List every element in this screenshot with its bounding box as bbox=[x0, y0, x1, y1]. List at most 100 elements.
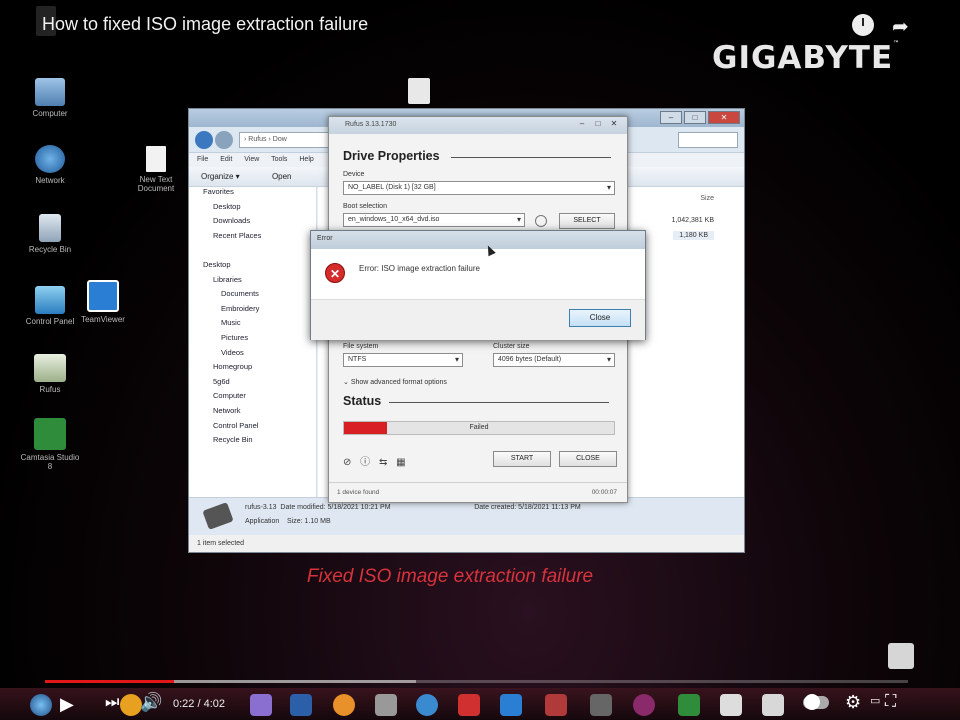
maximize-button[interactable]: □ bbox=[591, 119, 605, 131]
rufus-tool-icons: ⊘ ⓘ ⇆ ▦ bbox=[343, 453, 406, 468]
boot-selection-select[interactable]: en_windows_10_x64_dvd.iso bbox=[343, 213, 525, 227]
desktop-icon-teamviewer[interactable]: TeamViewer bbox=[73, 280, 133, 324]
desktop-icon-control-panel[interactable]: Control Panel bbox=[20, 286, 80, 326]
cluster-size-label: Cluster size bbox=[493, 343, 530, 350]
device-select[interactable]: NO_LABEL (Disk 1) [32 GB] bbox=[343, 181, 615, 195]
desktop-icon-network[interactable]: Network bbox=[20, 145, 80, 185]
error-dialog-titlebar[interactable]: Error bbox=[311, 231, 645, 249]
forward-icon[interactable] bbox=[215, 131, 233, 149]
desktop-icon-recycle-bin[interactable]: Recycle Bin bbox=[20, 214, 80, 254]
media-icon[interactable] bbox=[545, 694, 567, 716]
app-icon[interactable] bbox=[375, 694, 397, 716]
teamviewer-taskbar-icon[interactable] bbox=[500, 694, 522, 716]
text-document-icon bbox=[146, 146, 166, 172]
nav-item[interactable]: Homegroup bbox=[189, 362, 316, 377]
boot-selection-label: Boot selection bbox=[343, 203, 387, 210]
gear-icon[interactable]: ⚙ bbox=[845, 692, 861, 713]
checksum-icon[interactable] bbox=[535, 215, 547, 227]
file-system-select[interactable]: NTFS bbox=[343, 353, 463, 367]
open-button[interactable]: Open bbox=[272, 172, 292, 181]
close-button[interactable]: ✕ bbox=[607, 119, 621, 131]
nav-item[interactable]: Downloads bbox=[189, 216, 316, 231]
pdf-icon[interactable] bbox=[458, 694, 480, 716]
nav-item[interactable]: Desktop bbox=[189, 260, 316, 275]
nav-item[interactable]: Documents bbox=[189, 289, 316, 304]
cluster-size-select[interactable]: 4096 bytes (Default) bbox=[493, 353, 615, 367]
webcam-icon[interactable] bbox=[416, 694, 438, 716]
language-icon[interactable]: ⊘ bbox=[343, 457, 351, 468]
address-input[interactable]: › Rufus › Dow bbox=[239, 132, 329, 148]
camtasia-icon bbox=[34, 418, 66, 450]
desktop-icon-camtasia[interactable]: Camtasia Studio 8 bbox=[20, 418, 80, 471]
brand-logo: GIGABYTE™ bbox=[712, 40, 900, 76]
visual-studio-icon[interactable] bbox=[250, 694, 272, 716]
watch-later-icon[interactable] bbox=[852, 14, 874, 36]
nav-item[interactable]: Computer bbox=[189, 391, 316, 406]
fullscreen-icon[interactable]: ⛶ bbox=[885, 693, 896, 711]
volume-icon[interactable]: 🔊 bbox=[140, 692, 162, 713]
brand-trademark: ™ bbox=[893, 40, 901, 47]
nav-item[interactable]: Recent Places bbox=[189, 231, 316, 246]
firefox-icon[interactable] bbox=[333, 694, 355, 716]
rufus-taskbar-icon[interactable] bbox=[762, 694, 784, 716]
nav-item[interactable]: Libraries bbox=[189, 275, 316, 290]
next-icon[interactable]: ⏭ bbox=[105, 694, 119, 712]
ie-icon[interactable] bbox=[290, 694, 312, 716]
camtasia-taskbar-icon[interactable] bbox=[678, 694, 700, 716]
back-icon[interactable] bbox=[195, 131, 213, 149]
nav-item[interactable]: Music bbox=[189, 318, 316, 333]
search-input[interactable] bbox=[678, 132, 738, 148]
organize-button[interactable]: Organize ▾ bbox=[201, 172, 240, 181]
file-system-label: File system bbox=[343, 343, 379, 350]
chrome-icon[interactable] bbox=[120, 694, 142, 716]
nav-item[interactable]: Desktop bbox=[189, 202, 316, 217]
settings-icon[interactable]: ⇆ bbox=[379, 457, 387, 468]
share-icon[interactable]: ➦ bbox=[892, 14, 909, 39]
nav-item bbox=[189, 245, 316, 260]
close-button[interactable]: ✕ bbox=[708, 111, 740, 124]
nav-item[interactable]: Pictures bbox=[189, 333, 316, 348]
video-caption: Fixed ISO image extraction failure bbox=[306, 566, 594, 587]
column-header-size[interactable]: Size bbox=[700, 195, 714, 202]
nav-item[interactable]: Videos bbox=[189, 348, 316, 363]
nav-item[interactable]: Embroidery bbox=[189, 304, 316, 319]
close-dialog-button[interactable]: CLOSE bbox=[559, 451, 617, 467]
desktop-disc-icon[interactable] bbox=[408, 78, 430, 104]
autoplay-toggle[interactable] bbox=[803, 694, 829, 710]
camtasia-recorder-icon[interactable] bbox=[720, 694, 742, 716]
advanced-format-toggle[interactable]: ⌄ Show advanced format options bbox=[343, 378, 447, 386]
desktop-icon-label: Camtasia Studio 8 bbox=[20, 453, 80, 471]
play-icon[interactable]: ▶ bbox=[60, 694, 74, 715]
rufus-titlebar[interactable]: Rufus 3.13.1730 – □ ✕ bbox=[329, 117, 627, 134]
app-circle-icon[interactable] bbox=[633, 694, 655, 716]
usb-drive-icon bbox=[202, 502, 234, 530]
error-close-button[interactable]: Close bbox=[569, 309, 631, 327]
status-progress-text: Failed bbox=[469, 424, 489, 431]
nav-item[interactable]: Control Panel bbox=[189, 421, 316, 436]
desktop-icon-text-document[interactable]: New Text Document bbox=[126, 146, 186, 193]
about-icon[interactable]: ⓘ bbox=[360, 457, 370, 468]
video-progress-track[interactable] bbox=[45, 680, 908, 683]
desktop-icon-rufus[interactable]: Rufus bbox=[20, 354, 80, 394]
miniplayer-icon[interactable]: ▭ bbox=[870, 694, 880, 707]
maximize-button[interactable]: □ bbox=[684, 111, 706, 124]
file-row-size[interactable]: 1,042,381 KB bbox=[672, 217, 714, 224]
tool-icon[interactable] bbox=[590, 694, 612, 716]
start-button[interactable]: START bbox=[493, 451, 551, 467]
nav-item[interactable]: Recycle Bin bbox=[189, 435, 316, 450]
error-dialog: Error ✕ Error: ISO image extraction fail… bbox=[310, 230, 646, 340]
teamviewer-icon bbox=[87, 280, 119, 312]
start-orb-icon[interactable] bbox=[30, 694, 52, 716]
desktop-icon-computer[interactable]: Computer bbox=[20, 78, 80, 118]
file-row-size[interactable]: 1,180 KB bbox=[673, 231, 714, 240]
nav-item[interactable]: 5g6d bbox=[189, 377, 316, 392]
nav-item[interactable]: Favorites bbox=[189, 187, 316, 202]
select-button[interactable]: SELECT bbox=[559, 213, 615, 229]
video-played-bar bbox=[45, 680, 175, 683]
log-icon[interactable]: ▦ bbox=[396, 457, 405, 468]
nav-item[interactable]: Network bbox=[189, 406, 316, 421]
apple-icon[interactable] bbox=[888, 643, 914, 669]
minimize-button[interactable]: – bbox=[660, 111, 682, 124]
minimize-button[interactable]: – bbox=[575, 119, 589, 131]
video-title[interactable]: How to fixed ISO image extraction failur… bbox=[42, 14, 368, 35]
